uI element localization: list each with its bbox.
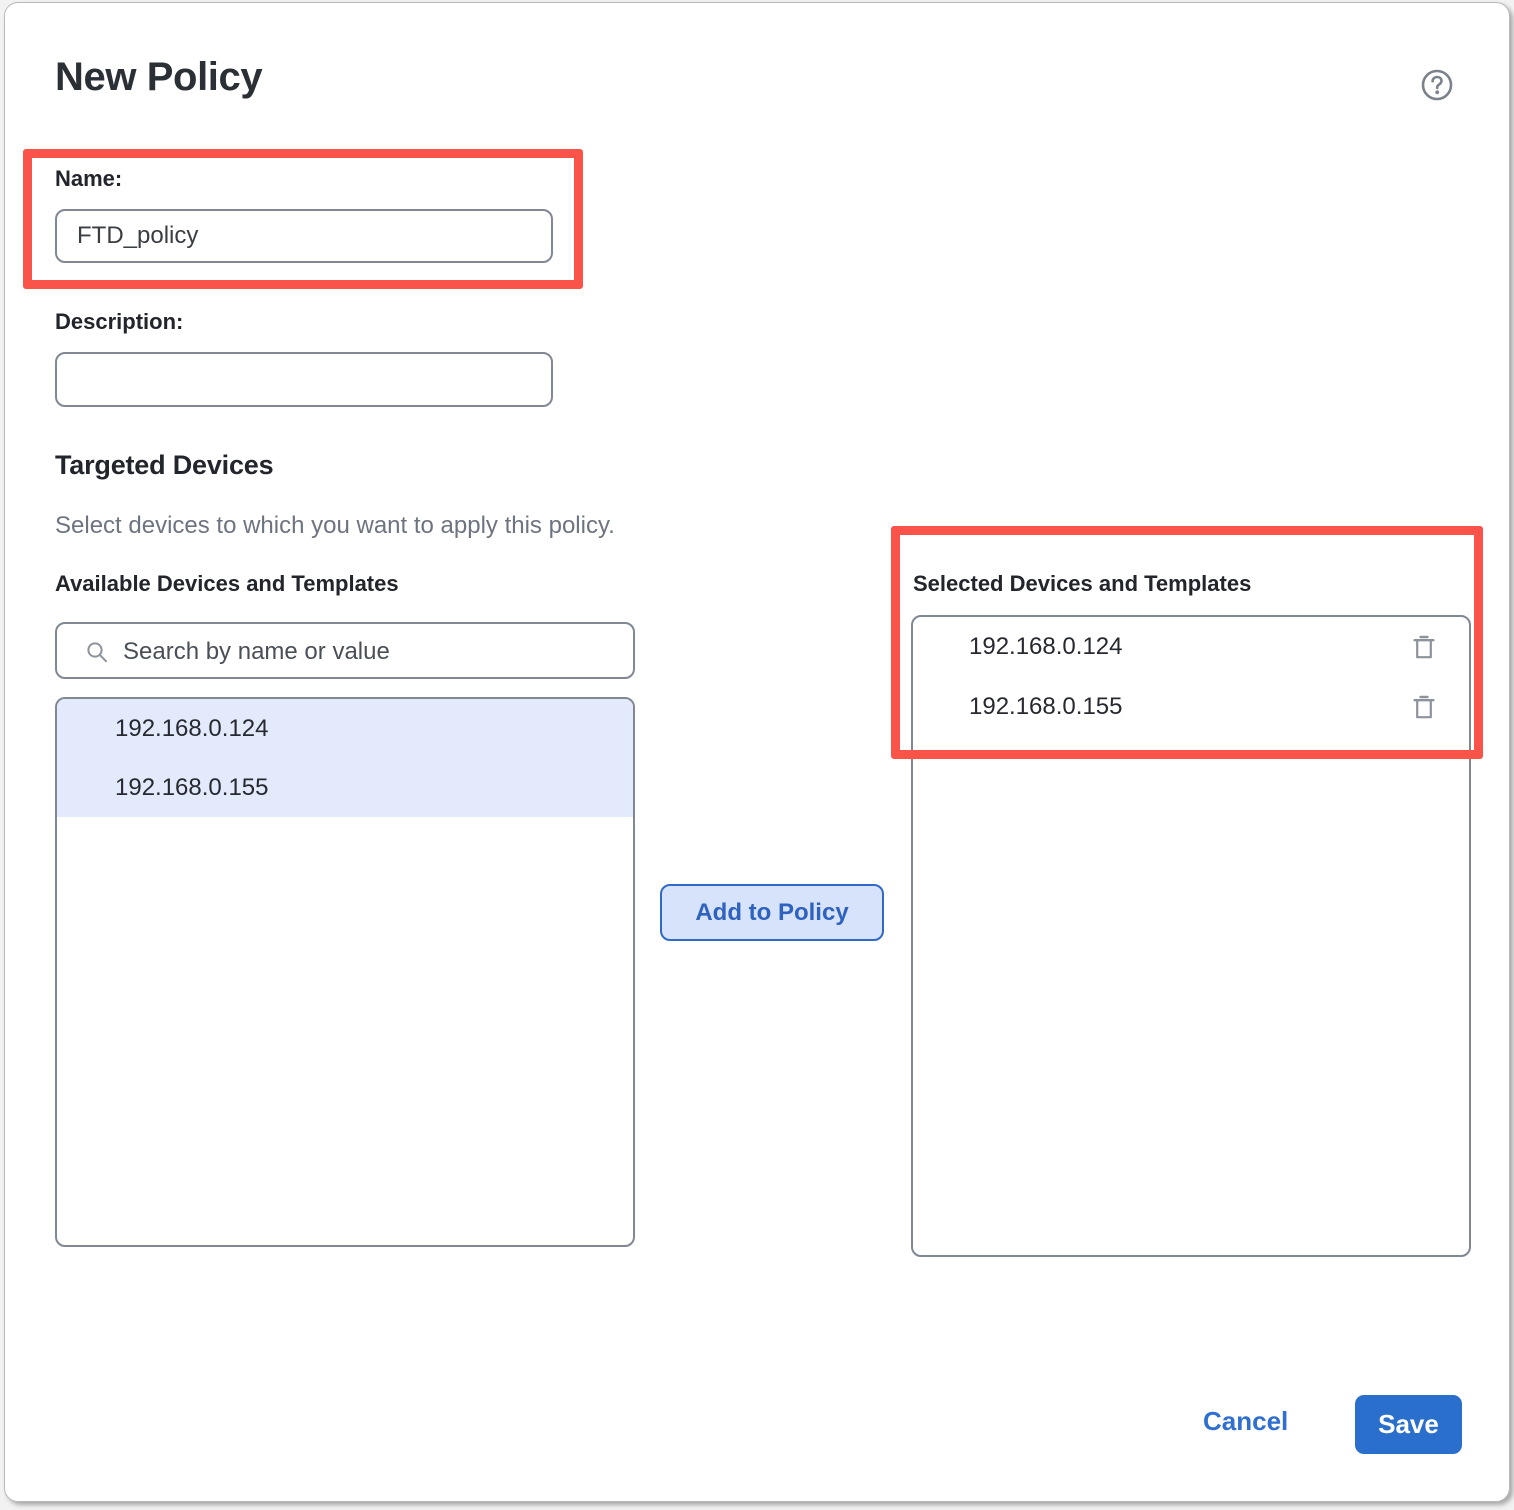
available-devices-title: Available Devices and Templates	[55, 571, 399, 597]
trash-icon[interactable]	[1413, 694, 1435, 720]
name-input[interactable]	[55, 209, 553, 263]
search-input[interactable]	[121, 624, 625, 679]
list-item[interactable]: 192.168.0.124	[913, 617, 1469, 677]
screen: New Policy Name: Description: Targeted D…	[0, 0, 1514, 1510]
targeted-devices-subtext: Select devices to which you want to appl…	[55, 512, 615, 540]
name-label: Name:	[55, 166, 122, 192]
device-label: 192.168.0.155	[969, 693, 1122, 721]
cancel-button[interactable]: Cancel	[1203, 1406, 1288, 1437]
new-policy-dialog: New Policy Name: Description: Targeted D…	[4, 2, 1510, 1502]
available-devices-list[interactable]: 192.168.0.124 192.168.0.155	[55, 697, 635, 1247]
list-item[interactable]: 192.168.0.155	[913, 677, 1469, 737]
list-item[interactable]: 192.168.0.155	[57, 758, 633, 817]
page-title: New Policy	[55, 55, 262, 100]
help-circle-icon[interactable]	[1420, 68, 1454, 102]
device-label: 192.168.0.124	[115, 715, 268, 743]
description-label: Description:	[55, 309, 183, 335]
list-item[interactable]: 192.168.0.124	[57, 699, 633, 758]
selected-devices-list[interactable]: 192.168.0.124 192.168.0.155	[911, 615, 1471, 1257]
device-label: 192.168.0.155	[115, 774, 268, 802]
search-field[interactable]	[55, 622, 635, 679]
save-button[interactable]: Save	[1355, 1395, 1462, 1454]
targeted-devices-heading: Targeted Devices	[55, 450, 273, 481]
selected-devices-title: Selected Devices and Templates	[913, 571, 1251, 597]
search-icon	[85, 640, 109, 664]
description-input[interactable]	[55, 352, 553, 407]
device-label: 192.168.0.124	[969, 633, 1122, 661]
add-to-policy-button[interactable]: Add to Policy	[660, 884, 884, 941]
trash-icon[interactable]	[1413, 634, 1435, 660]
